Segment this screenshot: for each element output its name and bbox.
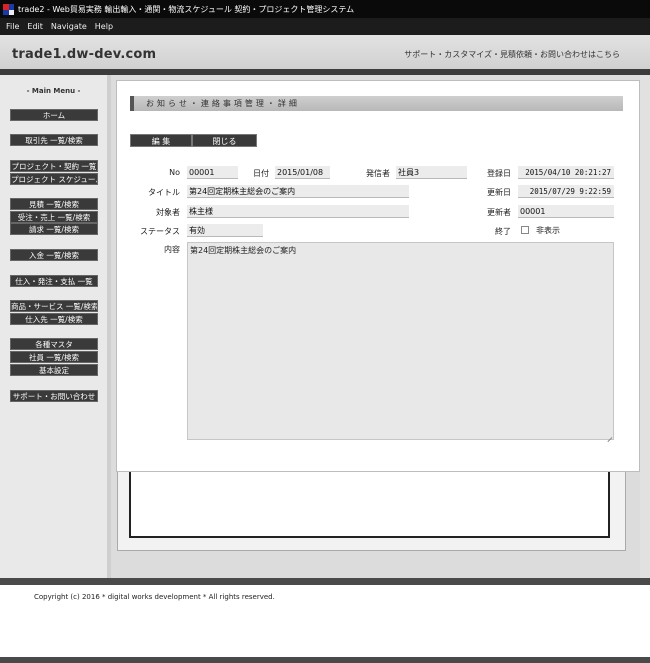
sidebar-item-settings[interactable]: 基本設定 bbox=[10, 364, 98, 376]
title-field: 第24回定期株主総会のご案内 bbox=[187, 185, 409, 198]
menu-bar: File Edit Navigate Help bbox=[0, 18, 650, 35]
content-label: 内容 bbox=[164, 245, 180, 254]
status-label: ステータス bbox=[140, 227, 180, 236]
no-field: 00001 bbox=[187, 166, 238, 179]
menu-help[interactable]: Help bbox=[95, 22, 113, 31]
app-icon bbox=[3, 3, 14, 15]
date-field: 2015/01/08 bbox=[275, 166, 330, 179]
target-field: 株主様 bbox=[187, 205, 409, 218]
no-label: No bbox=[169, 168, 180, 177]
sender-field: 社員3 bbox=[396, 166, 467, 179]
sidebar-item-home[interactable]: ホーム bbox=[10, 109, 98, 121]
edit-button[interactable]: 編 集 bbox=[130, 134, 192, 147]
sidebar-item-clients[interactable]: 取引先 一覧/検索 bbox=[10, 134, 98, 146]
status-field: 有効 bbox=[187, 224, 263, 237]
content-textarea[interactable]: 第24回定期株主総会のご案内 bbox=[187, 242, 614, 440]
sidebar-item-support[interactable]: サポート・お問い合わせ bbox=[10, 390, 98, 402]
sidebar bbox=[0, 75, 107, 578]
close-button[interactable]: 閉じる bbox=[192, 134, 257, 147]
lower-content-box bbox=[129, 462, 610, 538]
title-label: タイトル bbox=[148, 188, 180, 197]
updater-label: 更新者 bbox=[487, 208, 511, 217]
footer-divider bbox=[0, 578, 650, 585]
menu-navigate[interactable]: Navigate bbox=[51, 22, 87, 31]
sidebar-item-products[interactable]: 商品・サービス 一覧/検索 bbox=[10, 300, 98, 312]
sidebar-item-purchases[interactable]: 仕入・発注・支払 一覧 bbox=[10, 275, 98, 287]
updated-date-field: 2015/07/29 9:22:59 bbox=[518, 185, 614, 198]
sidebar-item-project-schedule[interactable]: プロジェクト スケジュール bbox=[10, 173, 98, 185]
sidebar-item-invoices[interactable]: 請求 一覧/検索 bbox=[10, 223, 98, 235]
sender-label: 発信者 bbox=[366, 169, 390, 178]
sidebar-item-projects[interactable]: プロジェクト・契約 一覧 bbox=[10, 160, 98, 172]
right-gutter bbox=[640, 75, 650, 578]
menu-file[interactable]: File bbox=[6, 22, 19, 31]
support-link[interactable]: サポート・カスタマイズ・見積依頼・お問い合わせはこちら bbox=[404, 49, 620, 60]
registered-label: 登録日 bbox=[487, 169, 511, 178]
bottom-divider bbox=[0, 657, 650, 663]
copyright-text: Copyright (c) 2016 * digital works devel… bbox=[34, 593, 275, 601]
hidden-checkbox[interactable] bbox=[521, 226, 529, 234]
site-name[interactable]: trade1.dw-dev.com bbox=[12, 47, 156, 62]
date-label: 日付 bbox=[253, 169, 269, 178]
sidebar-item-payments-received[interactable]: 入金 一覧/検索 bbox=[10, 249, 98, 261]
updated-label: 更新日 bbox=[487, 188, 511, 197]
menu-edit[interactable]: Edit bbox=[27, 22, 43, 31]
finished-label: 終了 bbox=[495, 227, 511, 236]
target-label: 対象者 bbox=[156, 208, 180, 217]
window-title: trade2 - Web貿易実務 輸出輸入・通関・物流スケジュール 契約・プロジ… bbox=[18, 4, 355, 14]
sidebar-item-orders-sales[interactable]: 受注・売上 一覧/検索 bbox=[10, 211, 98, 223]
sidebar-divider bbox=[107, 75, 111, 578]
sidebar-item-estimates[interactable]: 見積 一覧/検索 bbox=[10, 198, 98, 210]
sidebar-item-masters[interactable]: 各種マスタ bbox=[10, 338, 98, 350]
window-titlebar: trade2 - Web貿易実務 輸出輸入・通関・物流スケジュール 契約・プロジ… bbox=[0, 0, 650, 18]
registered-date-field: 2015/04/10 20:21:27 bbox=[518, 166, 614, 179]
main-menu-title: - Main Menu - bbox=[26, 87, 81, 95]
page-title: お知らせ・連絡事項管理・詳細 bbox=[130, 96, 623, 111]
sidebar-item-employees[interactable]: 社員 一覧/検索 bbox=[10, 351, 98, 363]
sidebar-item-suppliers[interactable]: 仕入先 一覧/検索 bbox=[10, 313, 98, 325]
updater-field: 00001 bbox=[518, 205, 614, 218]
hidden-label: 非表示 bbox=[536, 226, 560, 235]
resize-grip-icon[interactable] bbox=[606, 432, 613, 439]
